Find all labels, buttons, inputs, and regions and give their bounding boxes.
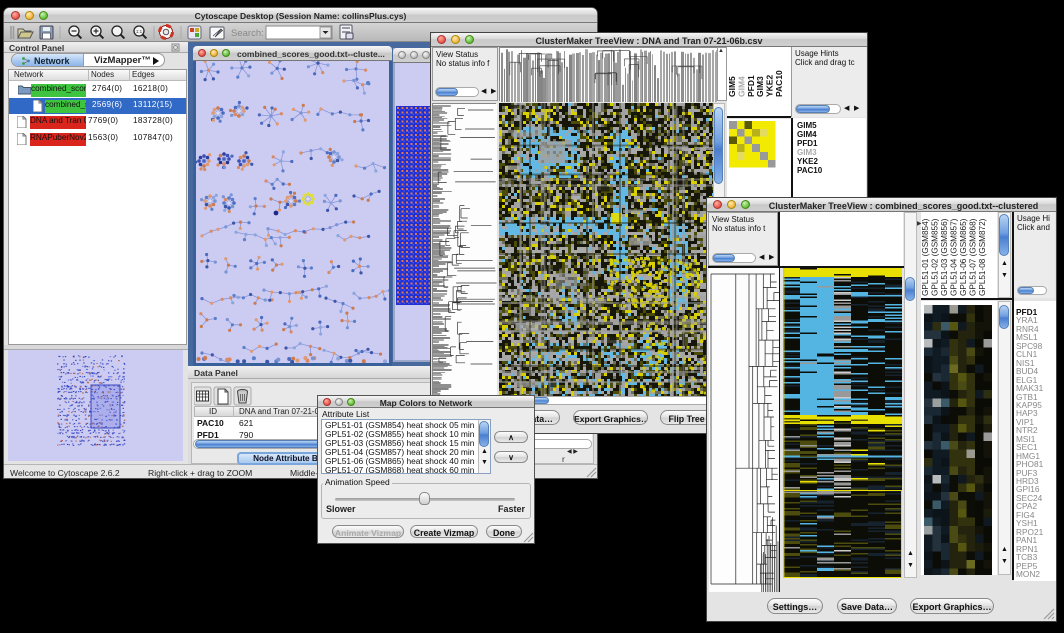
svg-text:1:1: 1:1 bbox=[136, 29, 143, 34]
svg-text:Search:: Search: bbox=[231, 28, 264, 39]
svg-text:GPL51-03 (GSM856): GPL51-03 (GSM856) bbox=[940, 218, 949, 296]
svg-text:GPL51-08 (GSM872): GPL51-08 (GSM872) bbox=[978, 218, 987, 296]
svg-text:GPL51-02 (GSM855): GPL51-02 (GSM855) bbox=[931, 218, 940, 296]
svg-text:GPL51-04 (GSM857): GPL51-04 (GSM857) bbox=[950, 218, 959, 296]
svg-text:GPL51-07 (GSM868): GPL51-07 (GSM868) bbox=[969, 218, 978, 296]
svg-text:GPL51-06 (GSM865): GPL51-06 (GSM865) bbox=[959, 218, 968, 296]
svg-text:GPL51-01 (GSM854): GPL51-01 (GSM854) bbox=[921, 218, 930, 296]
svg-text:PAC10: PAC10 bbox=[774, 70, 784, 97]
